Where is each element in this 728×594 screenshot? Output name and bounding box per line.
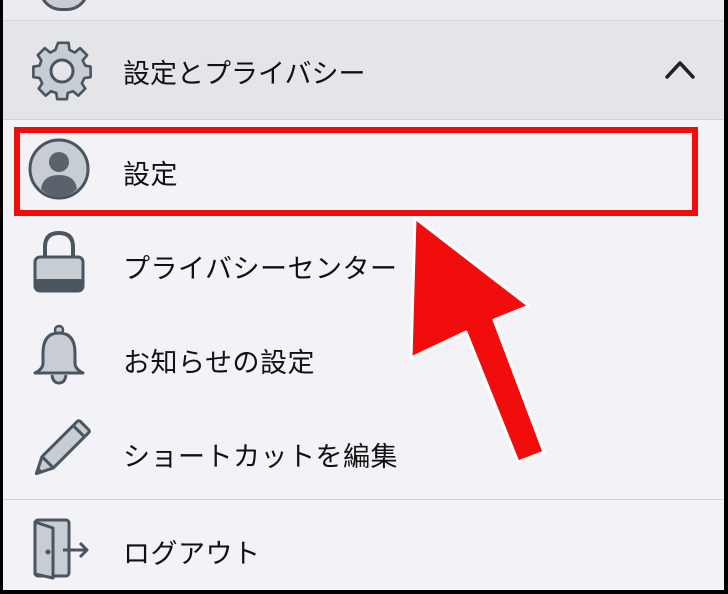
annotation-highlight-box (14, 127, 698, 216)
pencil-icon (34, 419, 91, 476)
menu-item-edit-shortcuts[interactable]: ショートカットを編集 (3, 403, 724, 497)
bell-icon (33, 324, 85, 385)
menu-item-label: ログアウト (123, 539, 261, 570)
partial-icon (39, 0, 89, 11)
lock-icon (33, 230, 85, 293)
settings-privacy-section-header[interactable]: 設定とプライバシー (3, 21, 724, 120)
menu-item-privacy-center[interactable]: プライバシーセンター (3, 215, 724, 309)
settings-menu-screen: 設定とプライバシー 設定 プライバシーセンター お知らせの設定 ショートカットを… (3, 0, 724, 590)
gear-icon (32, 41, 92, 101)
menu-item-label: ショートカットを編集 (123, 442, 398, 473)
chevron-up-icon[interactable] (664, 55, 696, 85)
menu-item-label: プライバシーセンター (123, 254, 398, 285)
menu-item-label: お知らせの設定 (123, 348, 315, 379)
logout-door-icon (33, 518, 89, 580)
previous-item-partial (3, 0, 724, 21)
menu-item-notification-settings[interactable]: お知らせの設定 (3, 309, 724, 403)
section-title: 設定とプライバシー (123, 59, 366, 90)
screenshot-frame: 設定とプライバシー 設定 プライバシーセンター お知らせの設定 ショートカットを… (0, 0, 728, 594)
menu-item-logout[interactable]: ログアウト (3, 500, 724, 590)
annotation-arrow-icon (409, 216, 546, 464)
